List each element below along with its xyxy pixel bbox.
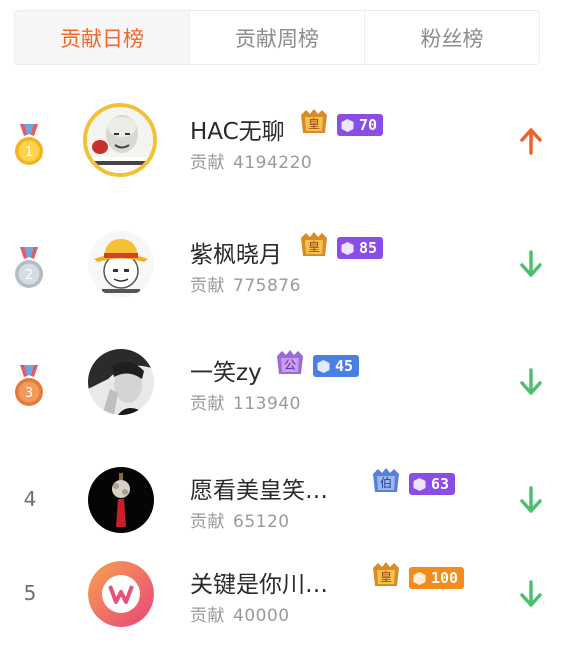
arrow-down-icon: [520, 368, 542, 395]
contribution-label: 贡献: [190, 153, 225, 173]
contribution: 贡献 65120: [190, 507, 290, 532]
contribution-value: 4194220: [233, 153, 313, 173]
level-badge: 45: [313, 355, 360, 377]
contribution: 贡献 40000: [190, 601, 290, 626]
user-name: 一笑zy: [190, 360, 262, 386]
contribution-label: 贡献: [190, 512, 225, 532]
shield-icon: [317, 359, 330, 373]
tab-daily-contribution[interactable]: 贡献日榜: [15, 11, 189, 64]
crown-rank-icon: 皇: [301, 232, 327, 256]
ranking-row-1[interactable]: 1 HAC无聊 皇 70 贡献 4194220: [0, 92, 575, 202]
arrow-down-icon: [520, 250, 542, 277]
contribution-value: 40000: [233, 606, 290, 626]
level-badge: 63: [409, 473, 456, 495]
level-value: 45: [335, 357, 354, 375]
contribution: 贡献 113940: [190, 389, 301, 414]
level-value: 100: [431, 569, 459, 587]
contribution: 贡献 775876: [190, 271, 301, 296]
arrow-down-icon: [520, 486, 542, 513]
silver-medal-icon: 2: [15, 247, 43, 288]
tab-weekly-contribution[interactable]: 贡献周榜: [189, 11, 364, 64]
arrow-down-icon: [520, 580, 542, 607]
svg-text:伯: 伯: [380, 475, 392, 490]
shield-icon: [341, 241, 354, 255]
leaderboard-tabs: 贡献日榜 贡献周榜 粉丝榜: [14, 10, 540, 65]
level-value: 70: [359, 116, 378, 134]
svg-text:皇: 皇: [308, 117, 320, 131]
level-value: 63: [431, 475, 450, 493]
contribution-value: 65120: [233, 512, 290, 532]
ranking-row-2[interactable]: 2 紫枫晓月 皇 85 贡献 775876: [0, 215, 575, 325]
meme-face-avatar: [87, 107, 153, 173]
contribution-value: 113940: [233, 394, 301, 414]
contribution-label: 贡献: [190, 276, 225, 296]
shield-icon: [341, 118, 354, 132]
arrow-up-icon: [520, 128, 542, 155]
gold-medal-icon: 1: [15, 124, 43, 165]
tab-fans[interactable]: 粉丝榜: [364, 11, 539, 64]
user-name: 紫枫晓月: [190, 242, 282, 268]
svg-text:1: 1: [25, 145, 33, 160]
avatar[interactable]: [88, 231, 154, 297]
level-badge: 70: [337, 114, 384, 136]
crown-rank-icon: 皇: [301, 109, 327, 133]
level-badge: 100: [409, 567, 465, 589]
ranking-row-3[interactable]: 3 一笑zy 公 45 贡献 113940: [0, 333, 575, 443]
contribution-value: 775876: [233, 276, 301, 296]
avatar[interactable]: [83, 103, 157, 177]
contribution-label: 贡献: [190, 394, 225, 414]
avatar[interactable]: [88, 561, 154, 627]
pink-logo-avatar: [88, 561, 154, 627]
straw-hat-avatar: [88, 231, 154, 297]
shield-icon: [413, 477, 426, 491]
tassel-ornament-avatar: [88, 467, 154, 533]
rank-number: 4: [23, 487, 37, 511]
level-value: 85: [359, 239, 378, 257]
ranking-row-5[interactable]: 5 关键是你川… 皇 100 贡献 40000: [0, 545, 575, 655]
user-name: 关键是你川…: [190, 572, 328, 598]
duke-rank-icon: 公: [277, 350, 303, 374]
svg-text:皇: 皇: [308, 240, 320, 254]
level-badge: 85: [337, 237, 384, 259]
contribution-label: 贡献: [190, 606, 225, 626]
earl-rank-icon: 伯: [373, 468, 399, 492]
bw-portrait-avatar: [88, 349, 154, 415]
user-name: 愿看美皇笑…: [190, 478, 328, 504]
bronze-medal-icon: 3: [15, 365, 43, 406]
shield-icon: [413, 571, 426, 585]
crown-rank-icon: 皇: [373, 562, 399, 586]
svg-text:3: 3: [25, 386, 33, 401]
svg-text:2: 2: [25, 268, 33, 283]
contribution: 贡献 4194220: [190, 148, 312, 173]
svg-text:公: 公: [284, 358, 296, 372]
avatar[interactable]: [88, 467, 154, 533]
user-name: HAC无聊: [190, 119, 285, 145]
rank-number: 5: [23, 581, 37, 605]
svg-text:皇: 皇: [380, 570, 392, 584]
avatar[interactable]: [88, 349, 154, 415]
